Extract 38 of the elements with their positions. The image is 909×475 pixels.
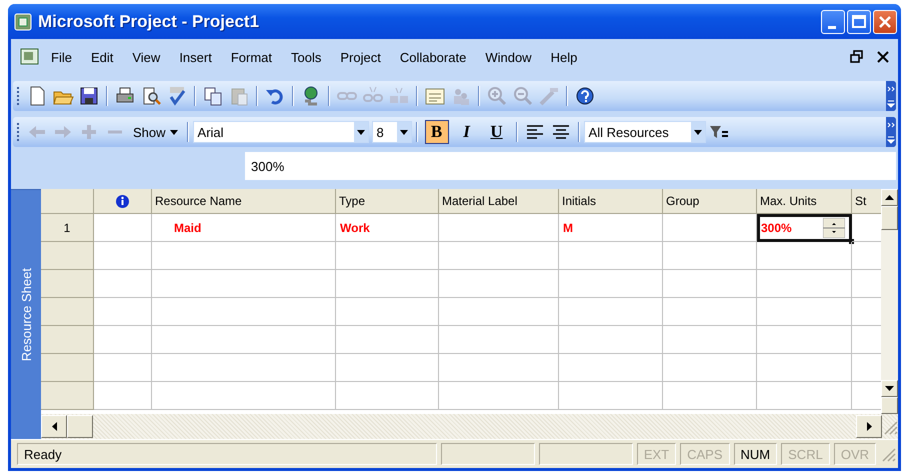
menu-item[interactable]: View xyxy=(124,48,168,66)
column-header[interactable]: Resource Name xyxy=(152,189,336,214)
table-cell: Maid xyxy=(152,214,336,242)
italic-button[interactable]: I xyxy=(454,120,479,144)
cell-editor[interactable]: 300% xyxy=(757,214,852,242)
menu-item[interactable]: Collaborate xyxy=(392,48,474,66)
underline-button[interactable]: U xyxy=(484,120,509,144)
key-indicator: CAPS xyxy=(680,443,730,465)
column-header[interactable]: Type xyxy=(336,189,439,214)
font-size-dropdown[interactable]: 8 xyxy=(372,121,412,143)
filter-dropdown[interactable]: All Resources xyxy=(584,121,706,143)
menu-item[interactable]: Project xyxy=(332,48,389,66)
menu-item[interactable]: Edit xyxy=(82,48,122,66)
window-title: Microsoft Project - Project1 xyxy=(38,12,260,32)
font-dropdown[interactable]: Arial xyxy=(192,121,369,143)
menu-item[interactable]: Window xyxy=(477,48,540,66)
column-header[interactable]: Material Label xyxy=(439,189,559,214)
show-menu[interactable]: Show xyxy=(128,124,183,140)
column-header[interactable]: Group xyxy=(663,189,757,214)
bold-button[interactable]: B xyxy=(424,120,449,144)
key-indicator: OVR xyxy=(834,443,876,465)
column-header[interactable]: Initials xyxy=(559,189,663,214)
key-indicator: EXT xyxy=(636,443,676,465)
key-indicator: NUM xyxy=(734,443,778,465)
table-cell: M xyxy=(559,214,663,242)
menu-item[interactable]: Help xyxy=(542,48,586,66)
menu-item[interactable]: File xyxy=(43,48,80,66)
table-cell: Work xyxy=(336,214,439,242)
entry-field[interactable]: 300% xyxy=(245,152,896,180)
column-header[interactable]: St xyxy=(852,189,881,214)
menu-item[interactable]: Insert xyxy=(171,48,220,66)
column-header[interactable]: Max. Units xyxy=(757,189,852,214)
menu-item[interactable]: Tools xyxy=(283,48,330,66)
row-number[interactable]: 1 xyxy=(41,214,94,242)
menu-item[interactable]: Format xyxy=(222,48,280,66)
key-indicator: SCRL xyxy=(781,443,830,465)
view-bar[interactable]: Resource Sheet xyxy=(11,189,41,439)
status-message: Ready xyxy=(17,443,437,465)
